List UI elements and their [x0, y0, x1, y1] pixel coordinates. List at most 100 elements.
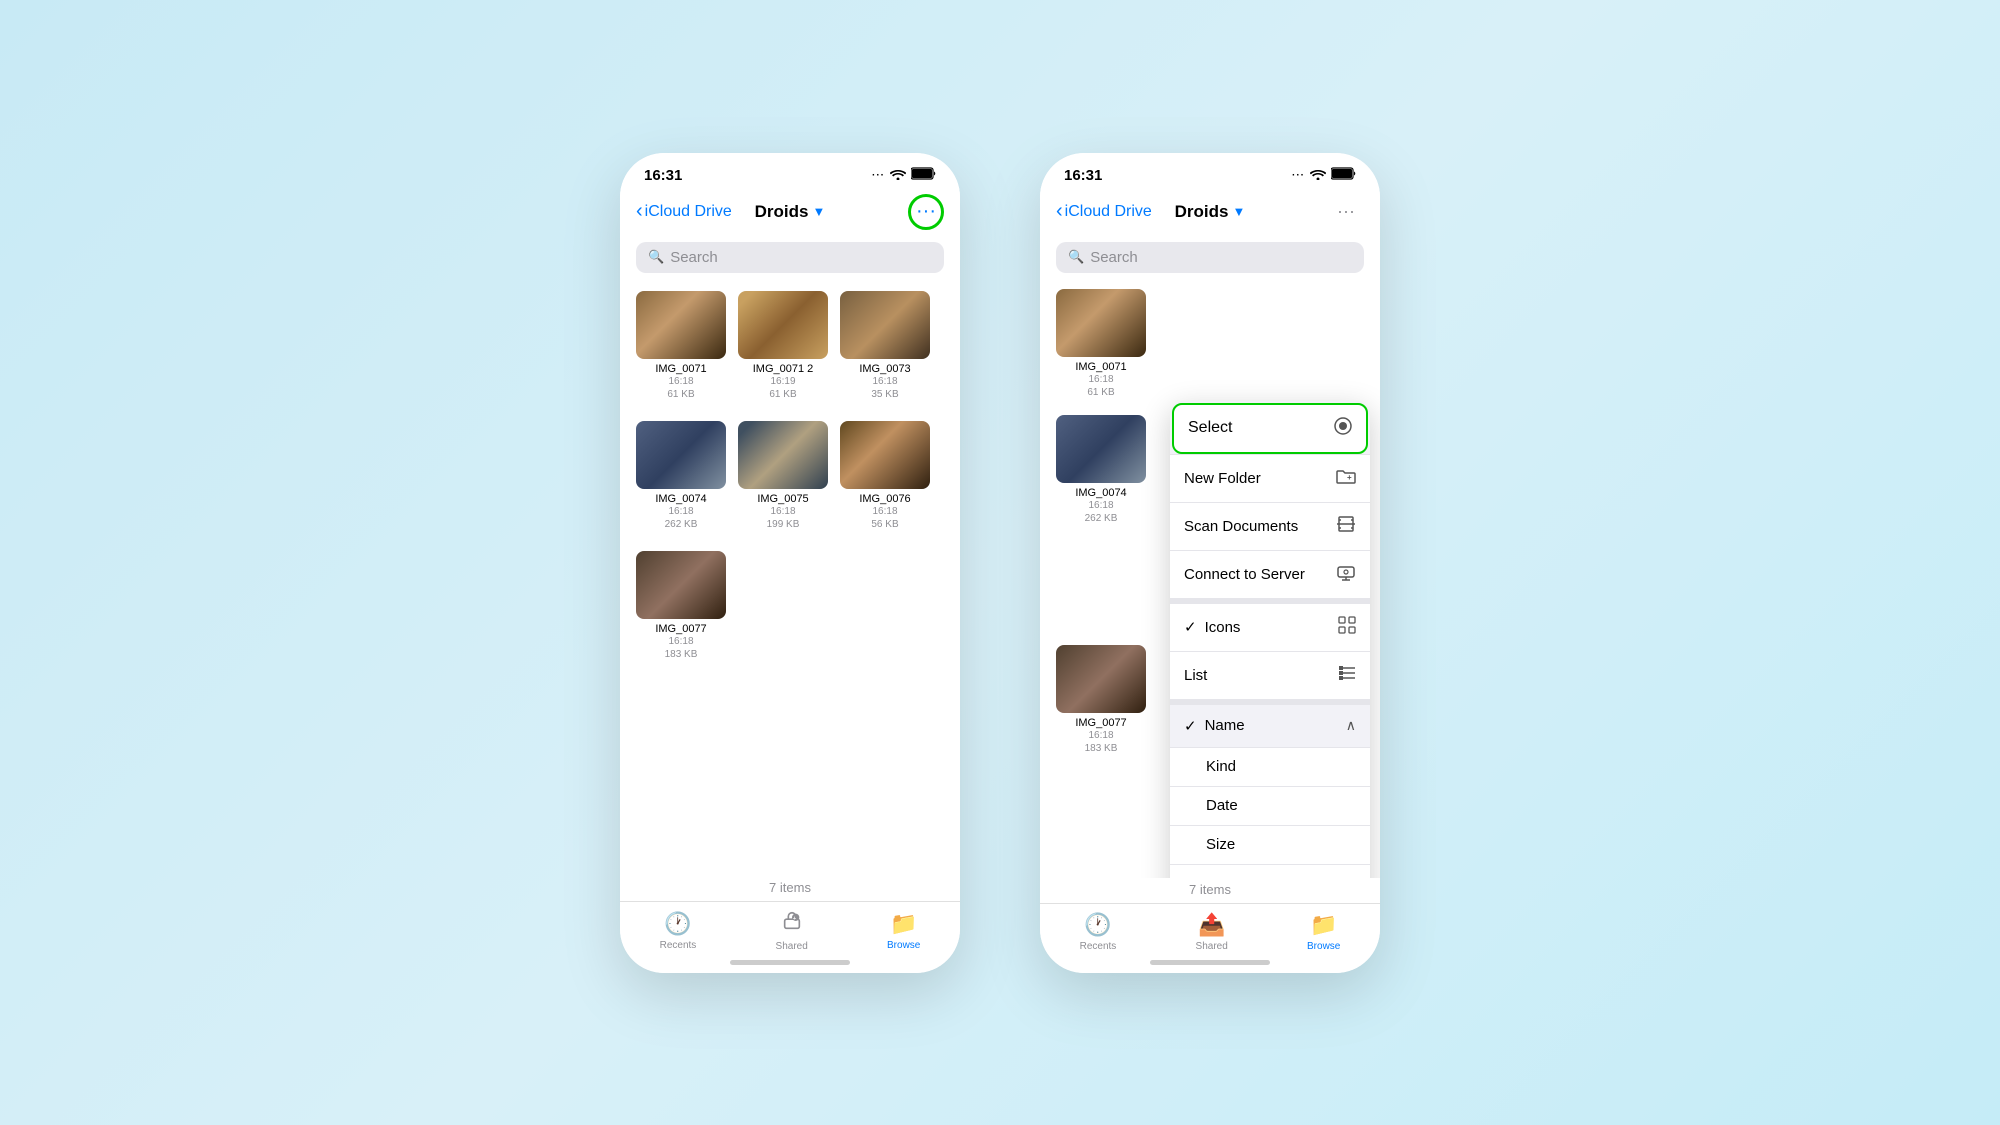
file-thumbnail [1056, 289, 1146, 357]
file-name: IMG_0074 [1075, 487, 1126, 499]
kind-label: Kind [1206, 758, 1236, 775]
file-thumbnail [738, 291, 828, 359]
list-label: List [1184, 667, 1207, 684]
status-time-right: 16:31 [1064, 167, 1102, 184]
search-bar-right[interactable]: 🔍 Search [1056, 242, 1364, 273]
sort-size-menu-item[interactable]: Size [1170, 825, 1370, 864]
signal-dots-right: ··· [1292, 170, 1305, 181]
file-name: IMG_0077 [655, 623, 706, 635]
name-checkmark-icon: ✓ [1184, 717, 1197, 735]
file-grid-row-2: IMG_0074 16:18262 KB IMG_0075 16:18199 K… [636, 421, 944, 531]
more-button-right[interactable]: ··· [1328, 194, 1364, 230]
list-item[interactable]: IMG_0071 16:1861 KB [636, 291, 726, 401]
list-item[interactable]: IMG_0075 16:18199 KB [738, 421, 828, 531]
file-name: IMG_0073 [859, 363, 910, 375]
list-item[interactable]: IMG_0077 16:18183 KB [1056, 645, 1146, 755]
size-label: Size [1206, 836, 1235, 853]
shared-label: Shared [776, 941, 808, 952]
tab-bar-right: 🕐 Recents 📤 Shared 📁 Browse [1040, 903, 1380, 956]
file-meta: 16:18262 KB [665, 505, 698, 531]
back-label: iCloud Drive [645, 203, 732, 221]
signal-dots: ··· [872, 170, 885, 181]
shared-label-right: Shared [1196, 941, 1228, 952]
file-thumbnail [840, 421, 930, 489]
sort-date-menu-item[interactable]: Date [1170, 786, 1370, 825]
dropdown-menu: Select New Folder + [1170, 401, 1370, 878]
title-chevron-icon: ▼ [812, 204, 825, 219]
tab-recents-right[interactable]: 🕐 Recents [1080, 912, 1117, 952]
new-folder-label: New Folder [1184, 470, 1261, 487]
list-item[interactable]: IMG_0074 16:18262 KB [1056, 415, 1146, 525]
search-icon: 🔍 [648, 249, 664, 265]
status-icons-right: ··· [1292, 167, 1356, 183]
tab-shared[interactable]: + Shared [776, 910, 808, 952]
list-item[interactable]: IMG_0073 16:1835 KB [840, 291, 930, 401]
footer-count-right: 7 items [1040, 878, 1380, 903]
file-thumbnail [636, 421, 726, 489]
list-item[interactable]: IMG_0074 16:18262 KB [636, 421, 726, 531]
browse-label-right: Browse [1307, 941, 1340, 952]
home-indicator [620, 956, 960, 973]
scan-documents-menu-item[interactable]: Scan Documents [1170, 502, 1370, 550]
file-thumbnail [738, 421, 828, 489]
list-item[interactable]: IMG_0071 2 16:1961 KB [738, 291, 828, 401]
collapse-icon: ∧ [1346, 717, 1356, 734]
sort-tags-menu-item[interactable]: Tags [1170, 864, 1370, 878]
date-label: Date [1206, 797, 1238, 814]
back-button-right[interactable]: ‹ iCloud Drive [1056, 200, 1152, 223]
shared-icon: + [781, 910, 803, 938]
home-bar [730, 960, 850, 965]
folder-title: Droids [755, 202, 809, 222]
file-grid: IMG_0071 16:1861 KB IMG_0071 2 16:1961 K… [620, 281, 960, 876]
file-grid-row-1: IMG_0071 16:1861 KB IMG_0071 2 16:1961 K… [636, 291, 944, 401]
server-icon [1336, 563, 1356, 586]
file-name: IMG_0077 [1075, 717, 1126, 729]
search-icon-right: 🔍 [1068, 249, 1084, 265]
scan-documents-label: Scan Documents [1184, 518, 1298, 535]
file-name: IMG_0075 [757, 493, 808, 505]
back-chevron-icon-right: ‹ [1056, 200, 1063, 223]
more-icon: ··· [916, 200, 936, 223]
connect-server-label: Connect to Server [1184, 566, 1305, 583]
tab-shared-right[interactable]: 📤 Shared [1196, 912, 1228, 952]
file-name: IMG_0074 [655, 493, 706, 505]
footer-count: 7 items [620, 876, 960, 901]
home-bar-right [1150, 960, 1270, 965]
list-icon [1338, 664, 1356, 687]
scan-icon [1336, 515, 1356, 538]
file-meta: 16:1861 KB [667, 375, 694, 401]
status-time: 16:31 [644, 167, 682, 184]
select-menu-item[interactable]: Select [1172, 403, 1368, 454]
back-label-right: iCloud Drive [1065, 203, 1152, 221]
status-bar: 16:31 ··· [620, 153, 960, 190]
browse-icon-right: 📁 [1310, 912, 1337, 938]
tab-browse[interactable]: 📁 Browse [887, 911, 920, 951]
name-label: Name [1205, 717, 1245, 734]
file-meta: 16:18183 KB [1085, 729, 1118, 755]
title-chevron-icon-right: ▼ [1232, 204, 1245, 219]
list-item[interactable]: IMG_0076 16:1856 KB [840, 421, 930, 531]
icons-view-menu-item[interactable]: ✓ Icons [1170, 598, 1370, 651]
right-phone: 16:31 ··· ‹ iCloud Drive Droids ▼ ··· 🔍 … [1040, 153, 1380, 973]
new-folder-menu-item[interactable]: New Folder + [1170, 454, 1370, 502]
list-view-menu-item[interactable]: List [1170, 651, 1370, 699]
select-icon [1334, 417, 1352, 440]
list-item[interactable]: IMG_0077 16:18183 KB [636, 551, 726, 661]
tab-browse-right[interactable]: 📁 Browse [1307, 912, 1340, 952]
sort-name-menu-item[interactable]: ✓ Name ∧ [1170, 699, 1370, 747]
file-meta: 16:1961 KB [769, 375, 796, 401]
search-bar[interactable]: 🔍 Search [636, 242, 944, 273]
connect-server-menu-item[interactable]: Connect to Server [1170, 550, 1370, 598]
select-label: Select [1188, 419, 1232, 437]
list-item[interactable]: IMG_0071 16:1861 KB [1056, 289, 1146, 399]
file-preview-row: IMG_0071 16:1861 KB [1040, 281, 1380, 407]
file-meta: 16:18199 KB [767, 505, 800, 531]
more-button[interactable]: ··· [908, 194, 944, 230]
icons-label: Icons [1205, 619, 1241, 636]
file-meta: 16:1856 KB [871, 505, 898, 531]
back-button[interactable]: ‹ iCloud Drive [636, 200, 732, 223]
tab-recents[interactable]: 🕐 Recents [660, 911, 697, 951]
wifi-icon [890, 168, 906, 183]
sort-kind-menu-item[interactable]: Kind [1170, 747, 1370, 786]
shared-icon-right: 📤 [1198, 912, 1225, 938]
